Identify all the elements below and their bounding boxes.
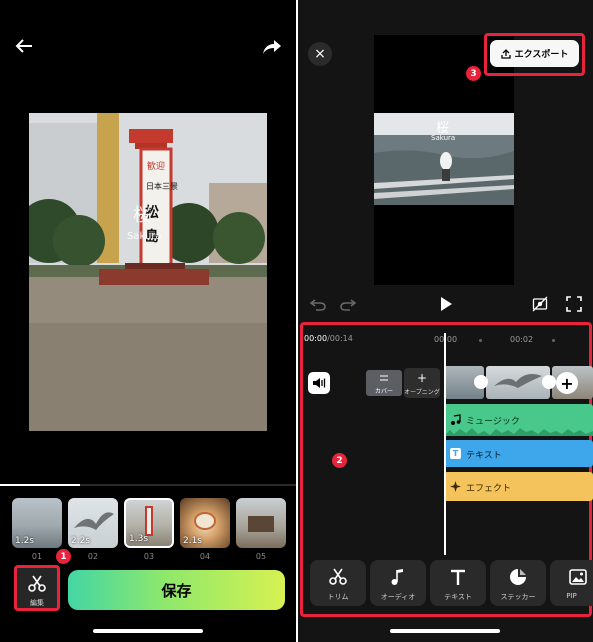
share-arrow-icon[interactable] [262, 38, 282, 56]
timeline-tick-dot [552, 339, 555, 342]
bg-remove-icon[interactable] [532, 296, 548, 312]
home-indicator [93, 629, 203, 633]
edit-button[interactable]: 編集 [14, 565, 60, 611]
close-button[interactable]: × [308, 42, 332, 66]
annotation-badge-1: 1 [56, 549, 71, 564]
fullscreen-icon[interactable] [566, 296, 582, 312]
cover-button[interactable]: カバー [366, 370, 402, 396]
clip-index: 04 [199, 552, 211, 561]
playhead[interactable] [444, 333, 446, 555]
right-phone-screen: × 桜 Sakura エクスポート 3 2 00:00/00:14 00:02 … [298, 0, 593, 642]
clip-thumbnail[interactable]: 2.1s [180, 498, 230, 548]
timeline-tick-dot [479, 339, 482, 342]
cover-label: カバー [374, 388, 393, 395]
overlay-romaji: Sakura [127, 231, 162, 242]
play-icon[interactable] [438, 296, 454, 312]
transition-icon[interactable] [474, 375, 488, 389]
overlay-kanji: 桜 [133, 205, 151, 226]
playback-progress-fill [0, 484, 80, 486]
clip-thumbnail[interactable]: 2.2s [68, 498, 118, 548]
clip-duration: 1.2s [15, 536, 35, 546]
back-arrow-icon[interactable] [14, 38, 34, 54]
scissors-icon [329, 568, 347, 585]
preview-frame: 桜 Sakura [374, 113, 514, 205]
add-clip-button[interactable]: + [556, 372, 578, 394]
text-track-icon: T [450, 448, 461, 459]
clip-duration: 2.1s [183, 536, 203, 546]
timeline-tick: 00:02 [510, 335, 534, 344]
tool-bar: トリム オーディオ テキスト ステッカー PIP [310, 560, 593, 610]
scissors-icon [28, 575, 46, 592]
opening-label: オープニング [404, 389, 440, 396]
annotation-badge-3: 3 [466, 66, 481, 81]
clip-thumbnail[interactable] [236, 498, 286, 548]
save-button[interactable]: 保存 [68, 570, 285, 610]
text-icon [451, 569, 465, 585]
mute-button[interactable] [308, 372, 330, 394]
transition-icon[interactable] [542, 375, 556, 389]
clip-thumbnail-selected[interactable]: 1.3s [124, 498, 174, 548]
effect-track-label: エフェクト [466, 484, 512, 494]
preview-overlay-romaji: Sakura [431, 134, 456, 142]
video-clip[interactable] [486, 366, 550, 399]
svg-text:歓迎: 歓迎 [147, 160, 165, 172]
current-time: 00:00 [304, 334, 328, 343]
clip-index: 03 [143, 552, 155, 561]
sticker-tool[interactable]: ステッカー [490, 560, 546, 606]
music-track[interactable]: ミュージック [444, 404, 593, 436]
sparkle-icon [450, 481, 461, 492]
upload-icon [500, 48, 511, 59]
pip-label: PIP [566, 592, 577, 600]
clip-index: 02 [87, 552, 99, 561]
clip-index: 05 [255, 552, 267, 561]
export-label: エクスポート [514, 50, 569, 60]
opening-button[interactable]: + オープニング [404, 368, 440, 398]
plus-icon: + [416, 371, 428, 385]
text-track[interactable]: T テキスト [444, 440, 593, 467]
text-track-label: テキスト [466, 451, 502, 461]
clip-duration: 1.3s [129, 534, 149, 544]
total-time: /00:14 [327, 334, 353, 343]
svg-text:日本三景: 日本三景 [146, 181, 178, 191]
music-note-icon [391, 569, 403, 585]
time-readout: 00:00/00:14 [304, 334, 353, 343]
redo-icon[interactable] [340, 296, 356, 312]
clip-photo: 歓迎 日本三景 松 島 桜 Sakura [29, 113, 267, 431]
clip-index: 01 [31, 552, 43, 561]
audio-label: オーディオ [380, 593, 416, 601]
sticker-icon [510, 569, 526, 585]
clip-thumbnail[interactable]: 1.2s [12, 498, 62, 548]
left-phone-screen: 歓迎 日本三景 松 島 桜 Sakura 1.2s 01 2.2s 02 1.3… [0, 0, 296, 642]
text-tool[interactable]: テキスト [430, 560, 486, 606]
effect-track[interactable]: エフェクト [444, 472, 593, 501]
speaker-icon [313, 378, 326, 388]
sticker-label: ステッカー [500, 593, 536, 601]
playback-progress[interactable] [0, 484, 296, 486]
export-highlight: エクスポート [484, 33, 585, 76]
edit-label: 編集 [30, 599, 44, 607]
export-button[interactable]: エクスポート [490, 40, 579, 67]
audio-waveform [444, 428, 593, 436]
trim-tool[interactable]: トリム [310, 560, 366, 606]
pip-tool[interactable]: PIP [550, 560, 593, 606]
annotation-badge-2: 2 [332, 453, 347, 468]
home-indicator [390, 629, 500, 633]
text-label: テキスト [444, 593, 472, 601]
trim-label: トリム [327, 593, 349, 601]
picture-icon [569, 569, 587, 585]
clip-duration: 2.2s [71, 536, 91, 546]
undo-icon[interactable] [310, 296, 326, 312]
music-note-icon [451, 414, 461, 425]
audio-tool[interactable]: オーディオ [370, 560, 426, 606]
swap-icon [380, 375, 388, 381]
clip-thumbnail-strip: 1.2s 01 2.2s 02 1.3s 03 2.1s 04 05 [10, 498, 296, 561]
